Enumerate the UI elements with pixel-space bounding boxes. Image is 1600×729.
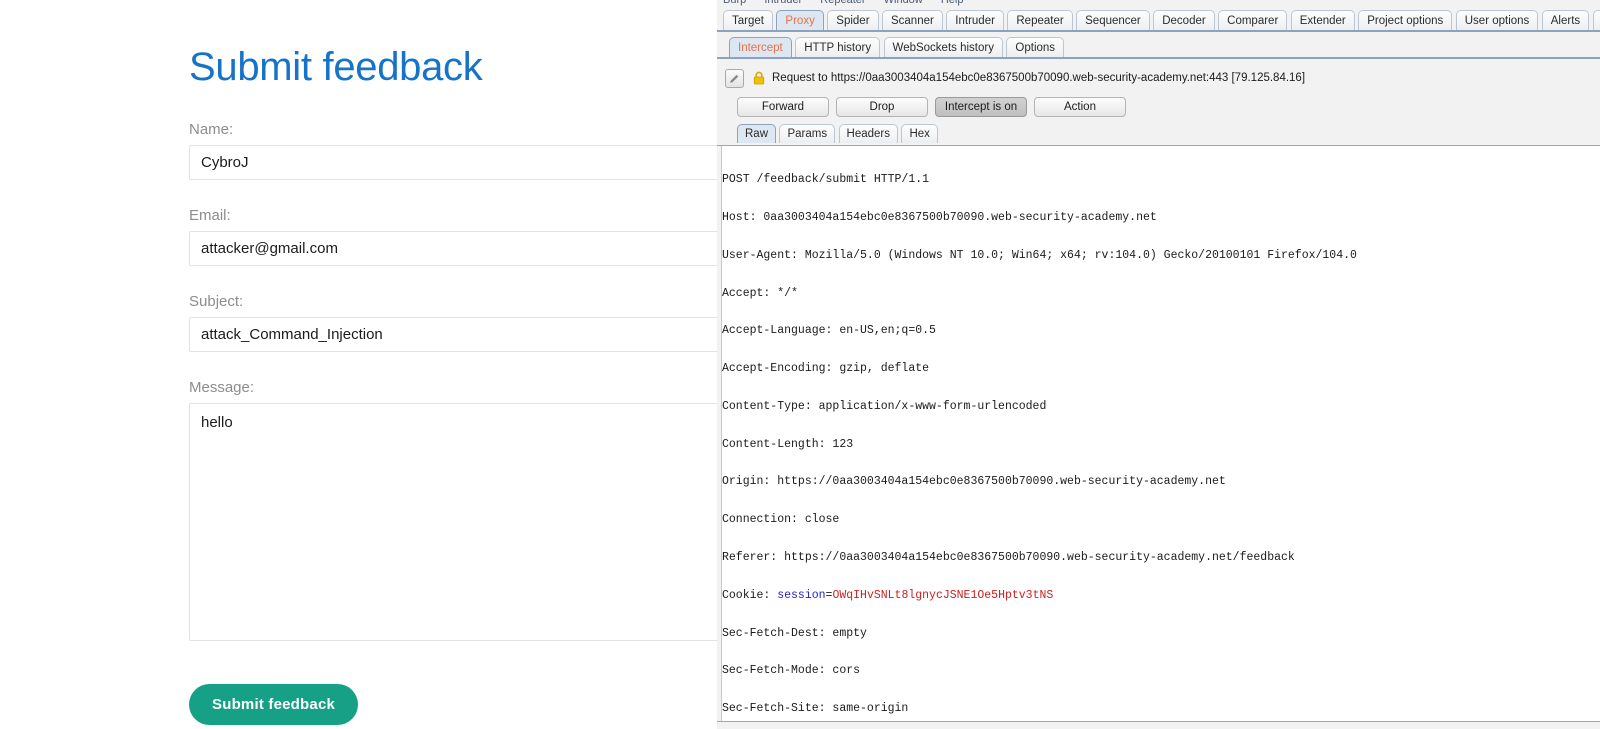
- message-label: Message:: [189, 379, 717, 396]
- menu-items: Burp Intruder Repeater Window Help: [723, 0, 978, 6]
- request-info-bar: Request to https://0aa3003404a154ebc0e83…: [717, 65, 1600, 91]
- tab-intruder[interactable]: Intruder: [946, 10, 1004, 30]
- header-content-length: Content-Length: 123: [722, 439, 1600, 452]
- viewtab-hex[interactable]: Hex: [901, 124, 937, 143]
- proxy-sub-tab-strip: Intercept HTTP history WebSockets histor…: [717, 37, 1600, 59]
- header-origin: Origin: https://0aa3003404a154ebc0e83675…: [722, 476, 1600, 489]
- tab-proxy[interactable]: Proxy: [776, 10, 823, 30]
- viewtab-raw[interactable]: Raw: [737, 124, 776, 143]
- request-editor[interactable]: POST /feedback/submit HTTP/1.1 Host: 0aa…: [717, 145, 1600, 722]
- tab-extender[interactable]: Extender: [1291, 10, 1355, 30]
- browser-page: Submit feedback Name: Email: Subject: Me…: [0, 0, 717, 729]
- main-tab-strip: Target Proxy Spider Scanner Intruder Rep…: [717, 10, 1600, 32]
- tab-comparer[interactable]: Comparer: [1218, 10, 1287, 30]
- tab-scanner[interactable]: Scanner: [882, 10, 943, 30]
- subtab-options[interactable]: Options: [1006, 37, 1064, 57]
- message-textarea[interactable]: hello: [189, 403, 717, 641]
- cookie-label: Cookie:: [722, 589, 777, 602]
- tab-burp-bounty-free[interactable]: Burp Bounty Free: [1593, 10, 1600, 30]
- subtab-intercept[interactable]: Intercept: [729, 37, 792, 57]
- header-sec-fetch-mode: Sec-Fetch-Mode: cors: [722, 665, 1600, 678]
- burp-suite-window: Burp Intruder Repeater Window Help Targe…: [717, 0, 1600, 729]
- padlock-icon: [753, 71, 765, 85]
- header-host: Host: 0aa3003404a154ebc0e8367500b70090.w…: [722, 212, 1600, 225]
- forward-button[interactable]: Forward: [737, 97, 829, 117]
- menu-bar: Burp Intruder Repeater Window Help: [717, 0, 1600, 10]
- header-cookie: Cookie: session=OWqIHvSNLt8lgnycJSNE1Oe5…: [722, 590, 1600, 603]
- subject-label: Subject:: [189, 293, 717, 310]
- name-input[interactable]: [189, 145, 717, 180]
- request-url-text: Request to https://0aa3003404a154ebc0e83…: [772, 72, 1305, 84]
- menu-help[interactable]: Help: [941, 0, 964, 6]
- menu-intruder[interactable]: Intruder: [764, 0, 802, 6]
- header-user-agent: User-Agent: Mozilla/5.0 (Windows NT 10.0…: [722, 250, 1600, 263]
- subtab-websockets-history[interactable]: WebSockets history: [884, 37, 1003, 57]
- header-accept-encoding: Accept-Encoding: gzip, deflate: [722, 363, 1600, 376]
- tab-alerts[interactable]: Alerts: [1542, 10, 1589, 30]
- viewtab-params[interactable]: Params: [779, 124, 835, 143]
- pencil-icon[interactable]: [725, 69, 744, 88]
- menu-burp[interactable]: Burp: [723, 0, 746, 6]
- subtab-http-history[interactable]: HTTP history: [795, 37, 880, 57]
- screen: Submit feedback Name: Email: Subject: Me…: [0, 0, 1600, 729]
- request-line: POST /feedback/submit HTTP/1.1: [722, 174, 1600, 187]
- page-title: Submit feedback: [189, 0, 717, 90]
- tab-repeater[interactable]: Repeater: [1007, 10, 1072, 30]
- action-button[interactable]: Action: [1034, 97, 1126, 117]
- viewtab-headers[interactable]: Headers: [839, 124, 898, 143]
- header-accept-language: Accept-Language: en-US,en;q=0.5: [722, 325, 1600, 338]
- request-raw-text: POST /feedback/submit HTTP/1.1 Host: 0aa…: [722, 149, 1600, 722]
- email-label: Email:: [189, 207, 717, 224]
- menu-window[interactable]: Window: [884, 0, 923, 6]
- tab-sequencer[interactable]: Sequencer: [1076, 10, 1150, 30]
- header-content-type: Content-Type: application/x-www-form-url…: [722, 401, 1600, 414]
- tab-spider[interactable]: Spider: [827, 10, 878, 30]
- header-sec-fetch-dest: Sec-Fetch-Dest: empty: [722, 628, 1600, 641]
- drop-button[interactable]: Drop: [836, 97, 928, 117]
- header-connection: Connection: close: [722, 514, 1600, 527]
- name-label: Name:: [189, 121, 717, 138]
- intercept-toggle-button[interactable]: Intercept is on: [935, 97, 1027, 117]
- tab-user-options[interactable]: User options: [1456, 10, 1539, 30]
- header-sec-fetch-site: Sec-Fetch-Site: same-origin: [722, 703, 1600, 716]
- subject-input[interactable]: [189, 317, 717, 352]
- submit-feedback-button[interactable]: Submit feedback: [189, 684, 358, 725]
- message-view-tab-strip: Raw Params Headers Hex: [717, 124, 1600, 145]
- feedback-form: Submit feedback Name: Email: Subject: Me…: [189, 0, 717, 725]
- cookie-name: session: [777, 589, 825, 602]
- tab-decoder[interactable]: Decoder: [1153, 10, 1214, 30]
- header-accept: Accept: */*: [722, 288, 1600, 301]
- intercept-button-row: Forward Drop Intercept is on Action: [717, 97, 1600, 117]
- email-input[interactable]: [189, 231, 717, 266]
- tab-target[interactable]: Target: [723, 10, 773, 30]
- cookie-value: OWqIHvSNLt8lgnycJSNE1Oe5Hptv3tNS: [832, 589, 1053, 602]
- tab-project-options[interactable]: Project options: [1358, 10, 1452, 30]
- menu-repeater[interactable]: Repeater: [820, 0, 865, 6]
- header-referer: Referer: https://0aa3003404a154ebc0e8367…: [722, 552, 1600, 565]
